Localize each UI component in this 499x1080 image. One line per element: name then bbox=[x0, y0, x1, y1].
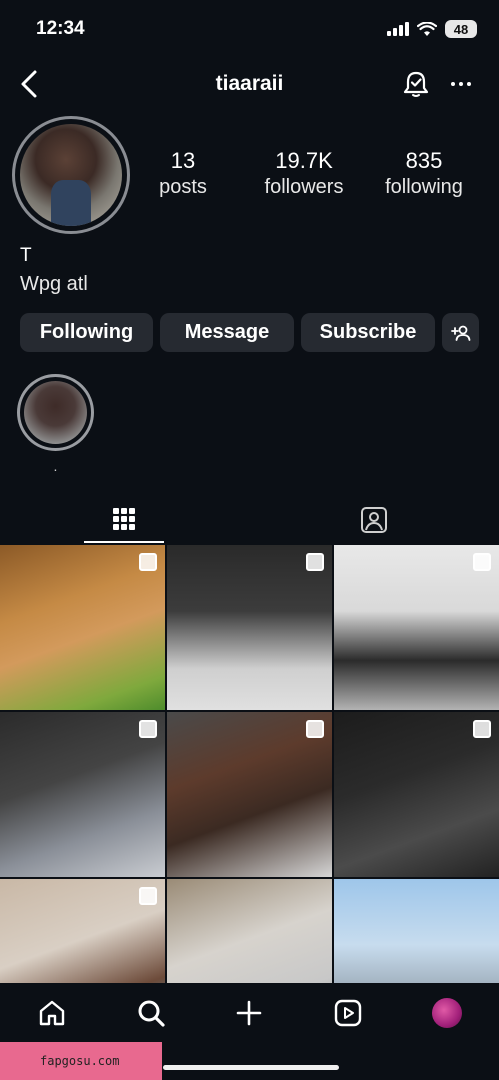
stat-following-label: following bbox=[385, 176, 463, 198]
profile-bio: Wpg atl bbox=[20, 273, 88, 295]
reels-icon bbox=[334, 999, 362, 1027]
chevron-left-icon bbox=[21, 70, 37, 98]
home-icon bbox=[39, 1000, 65, 1026]
posts-grid bbox=[0, 545, 499, 983]
nav-create[interactable] bbox=[229, 993, 269, 1033]
multi-photo-icon bbox=[139, 720, 157, 738]
tagged-person-icon bbox=[361, 507, 387, 533]
stat-posts-value: 13 bbox=[170, 148, 196, 173]
post-thumbnail[interactable] bbox=[167, 712, 332, 877]
stat-followers-label: followers bbox=[264, 176, 344, 198]
notifications-button[interactable] bbox=[400, 68, 432, 100]
tab-posts-grid[interactable] bbox=[84, 497, 164, 543]
story-highlight[interactable] bbox=[17, 374, 94, 451]
stat-posts-label: posts bbox=[159, 176, 207, 198]
status-time: 12:34 bbox=[36, 18, 85, 39]
status-bar: 12:34 48 bbox=[0, 0, 499, 58]
multi-photo-icon bbox=[473, 720, 491, 738]
nav-reels[interactable] bbox=[328, 993, 368, 1033]
profile-avatar-ring[interactable] bbox=[12, 116, 130, 234]
wifi-icon bbox=[417, 21, 437, 36]
signal-icon bbox=[387, 22, 409, 36]
stat-followers-value: 19.7K bbox=[275, 148, 333, 173]
watermark: fapgosu.com bbox=[0, 1042, 162, 1080]
multi-photo-icon bbox=[139, 553, 157, 571]
multi-photo-icon bbox=[139, 887, 157, 905]
back-button[interactable] bbox=[12, 64, 46, 104]
nav-profile[interactable] bbox=[427, 993, 467, 1033]
stat-followers[interactable]: 19.7K followers bbox=[256, 148, 352, 199]
multi-photo-icon bbox=[306, 553, 324, 571]
add-person-icon bbox=[450, 325, 470, 341]
dot-icon bbox=[451, 82, 455, 86]
more-options-button[interactable] bbox=[446, 68, 476, 100]
stat-posts[interactable]: 13 posts bbox=[153, 148, 213, 199]
multi-photo-icon bbox=[473, 553, 491, 571]
dot-icon bbox=[467, 82, 471, 86]
profile-avatar-small bbox=[432, 998, 462, 1028]
stat-following[interactable]: 835 following bbox=[378, 148, 470, 199]
profile-tabs bbox=[0, 497, 499, 543]
post-thumbnail[interactable] bbox=[0, 545, 165, 710]
post-thumbnail[interactable] bbox=[334, 879, 499, 983]
following-button[interactable]: Following bbox=[20, 313, 153, 352]
subscribe-button[interactable]: Subscribe bbox=[301, 313, 435, 352]
profile-display-name: T bbox=[20, 245, 32, 266]
search-icon bbox=[138, 1000, 165, 1027]
status-icons: 48 bbox=[387, 20, 477, 38]
bell-check-icon bbox=[403, 71, 429, 97]
profile-header: tiaaraii bbox=[0, 58, 499, 110]
story-highlight-label: . bbox=[53, 458, 58, 474]
tab-tagged[interactable] bbox=[334, 497, 414, 543]
multi-photo-icon bbox=[306, 720, 324, 738]
nav-search[interactable] bbox=[131, 993, 171, 1033]
suggested-people-button[interactable] bbox=[442, 313, 479, 352]
message-button[interactable]: Message bbox=[160, 313, 294, 352]
nav-home[interactable] bbox=[32, 993, 72, 1033]
dot-icon bbox=[459, 82, 463, 86]
home-indicator bbox=[163, 1065, 339, 1070]
post-thumbnail[interactable] bbox=[0, 712, 165, 877]
plus-icon bbox=[236, 1000, 262, 1026]
post-thumbnail[interactable] bbox=[167, 545, 332, 710]
story-highlight-cover bbox=[24, 381, 87, 444]
post-thumbnail[interactable] bbox=[0, 879, 165, 983]
profile-avatar bbox=[20, 124, 122, 226]
post-thumbnail[interactable] bbox=[167, 879, 332, 983]
post-thumbnail[interactable] bbox=[334, 712, 499, 877]
post-thumbnail[interactable] bbox=[334, 545, 499, 710]
battery-indicator: 48 bbox=[445, 20, 477, 38]
stat-following-value: 835 bbox=[405, 148, 443, 173]
grid-icon bbox=[113, 508, 135, 530]
